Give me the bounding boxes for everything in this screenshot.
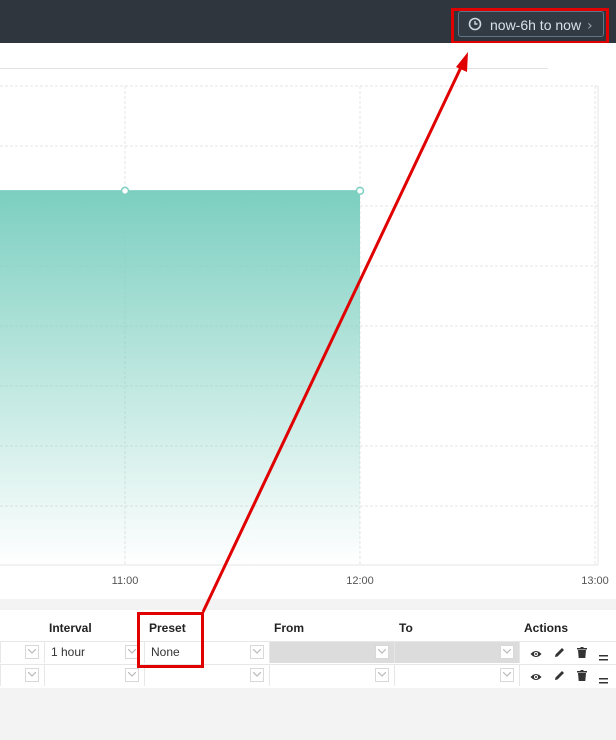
annotation-arrow bbox=[201, 52, 468, 613]
arrow-head bbox=[456, 52, 468, 72]
arrow-line bbox=[201, 62, 465, 613]
